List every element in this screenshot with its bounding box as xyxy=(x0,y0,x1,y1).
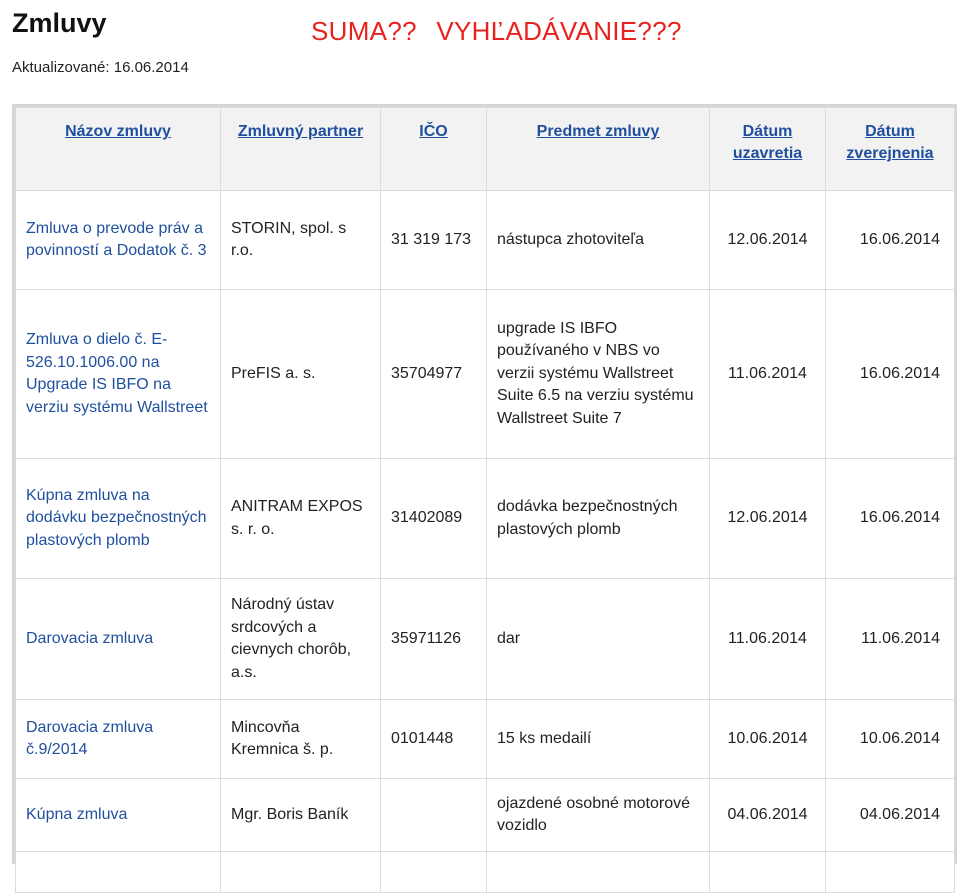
column-header-published[interactable]: Dátum zverejnenia xyxy=(825,107,955,191)
empty-cell xyxy=(486,851,710,893)
subject-cell: upgrade IS IBFO používaného v NBS vo ver… xyxy=(486,289,710,459)
table-row: Kúpna zmluva Mgr. Boris Baník ojazdené o… xyxy=(15,778,955,852)
concluded-date-cell: 11.06.2014 xyxy=(709,289,826,459)
concluded-date-cell: 04.06.2014 xyxy=(709,778,826,852)
contracts-table: Názov zmluvy Zmluvný partner IČO Predmet… xyxy=(15,107,955,893)
empty-cell xyxy=(220,851,381,893)
page-title: Zmluvy xyxy=(12,8,107,38)
annotation-text: SUMA?? VYHĽADÁVANIE??? xyxy=(311,16,682,46)
contract-link[interactable]: Darovacia zmluva xyxy=(26,630,153,647)
partner-cell: Mincovňa Kremnica š. p. xyxy=(220,699,381,779)
concluded-date-cell: 10.06.2014 xyxy=(709,699,826,779)
contract-name-cell: Darovacia zmluva č.9/2014 xyxy=(15,699,221,779)
contract-name-cell: Kúpna zmluva na dodávku bezpečnostných p… xyxy=(15,458,221,579)
partner-cell: ANITRAM EXPOS s. r. o. xyxy=(220,458,381,579)
ico-cell: 35971126 xyxy=(380,578,487,700)
concluded-date-cell: 11.06.2014 xyxy=(709,578,826,700)
empty-cell xyxy=(380,851,487,893)
ico-cell: 35704977 xyxy=(380,289,487,459)
sort-by-partner-link[interactable]: Zmluvný partner xyxy=(238,123,363,140)
column-header-partner[interactable]: Zmluvný partner xyxy=(220,107,381,191)
subject-cell: dar xyxy=(486,578,710,700)
contract-link[interactable]: Kúpna zmluva xyxy=(26,806,127,823)
published-date-cell: 16.06.2014 xyxy=(825,190,955,290)
ico-cell: 31402089 xyxy=(380,458,487,579)
published-date-cell: 04.06.2014 xyxy=(825,778,955,852)
subject-cell: nástupca zhotoviteľa xyxy=(486,190,710,290)
table-row: Zmluva o prevode práv a povinností a Dod… xyxy=(15,190,955,290)
sort-by-concluded-link[interactable]: Dátum uzavretia xyxy=(733,123,802,162)
contract-link[interactable]: Kúpna zmluva na dodávku bezpečnostných p… xyxy=(26,487,207,549)
partner-cell: PreFIS a. s. xyxy=(220,289,381,459)
contract-link[interactable]: Zmluva o prevode práv a povinností a Dod… xyxy=(26,220,207,260)
subject-cell: 15 ks medailí xyxy=(486,699,710,779)
contract-name-cell: Zmluva o dielo č. E-526.10.1006.00 na Up… xyxy=(15,289,221,459)
table-header-row: Názov zmluvy Zmluvný partner IČO Predmet… xyxy=(15,107,955,191)
partner-cell: Národný ústav srdcových a cievnych chorô… xyxy=(220,578,381,700)
published-date-cell: 11.06.2014 xyxy=(825,578,955,700)
partner-cell: STORIN, spol. s r.o. xyxy=(220,190,381,290)
column-header-concluded[interactable]: Dátum uzavretia xyxy=(709,107,826,191)
published-date-cell: 16.06.2014 xyxy=(825,458,955,579)
table-row-partial xyxy=(15,851,955,893)
table-row: Kúpna zmluva na dodávku bezpečnostných p… xyxy=(15,458,955,579)
column-header-subject[interactable]: Predmet zmluvy xyxy=(486,107,710,191)
empty-cell xyxy=(15,851,221,893)
subject-cell: dodávka bezpečnostných plastových plomb xyxy=(486,458,710,579)
subject-cell: ojazdené osobné motorové vozidlo xyxy=(486,778,710,852)
concluded-date-cell: 12.06.2014 xyxy=(709,458,826,579)
published-date-cell: 10.06.2014 xyxy=(825,699,955,779)
partner-cell: Mgr. Boris Baník xyxy=(220,778,381,852)
published-date-cell: 16.06.2014 xyxy=(825,289,955,459)
contract-name-cell: Zmluva o prevode práv a povinností a Dod… xyxy=(15,190,221,290)
contract-name-cell: Kúpna zmluva xyxy=(15,778,221,852)
concluded-date-cell: 12.06.2014 xyxy=(709,190,826,290)
table-row: Zmluva o dielo č. E-526.10.1006.00 na Up… xyxy=(15,289,955,459)
sort-by-ico-link[interactable]: IČO xyxy=(419,123,447,140)
ico-cell: 0101448 xyxy=(380,699,487,779)
contracts-table-frame: Názov zmluvy Zmluvný partner IČO Predmet… xyxy=(12,104,957,893)
last-updated-text: Aktualizované: 16.06.2014 xyxy=(12,59,189,76)
column-header-ico[interactable]: IČO xyxy=(380,107,487,191)
sort-by-name-link[interactable]: Názov zmluvy xyxy=(65,123,171,140)
table-row: Darovacia zmluva č.9/2014 Mincovňa Kremn… xyxy=(15,699,955,779)
empty-cell xyxy=(709,851,826,893)
ico-cell: 31 319 173 xyxy=(380,190,487,290)
sort-by-published-link[interactable]: Dátum zverejnenia xyxy=(846,123,933,162)
contract-link[interactable]: Zmluva o dielo č. E-526.10.1006.00 na Up… xyxy=(26,331,208,416)
contract-link[interactable]: Darovacia zmluva č.9/2014 xyxy=(26,719,153,759)
table-row: Darovacia zmluva Národný ústav srdcových… xyxy=(15,578,955,700)
ico-cell xyxy=(380,778,487,852)
contract-name-cell: Darovacia zmluva xyxy=(15,578,221,700)
sort-by-subject-link[interactable]: Predmet zmluvy xyxy=(537,123,660,140)
empty-cell xyxy=(825,851,955,893)
column-header-name[interactable]: Názov zmluvy xyxy=(15,107,221,191)
